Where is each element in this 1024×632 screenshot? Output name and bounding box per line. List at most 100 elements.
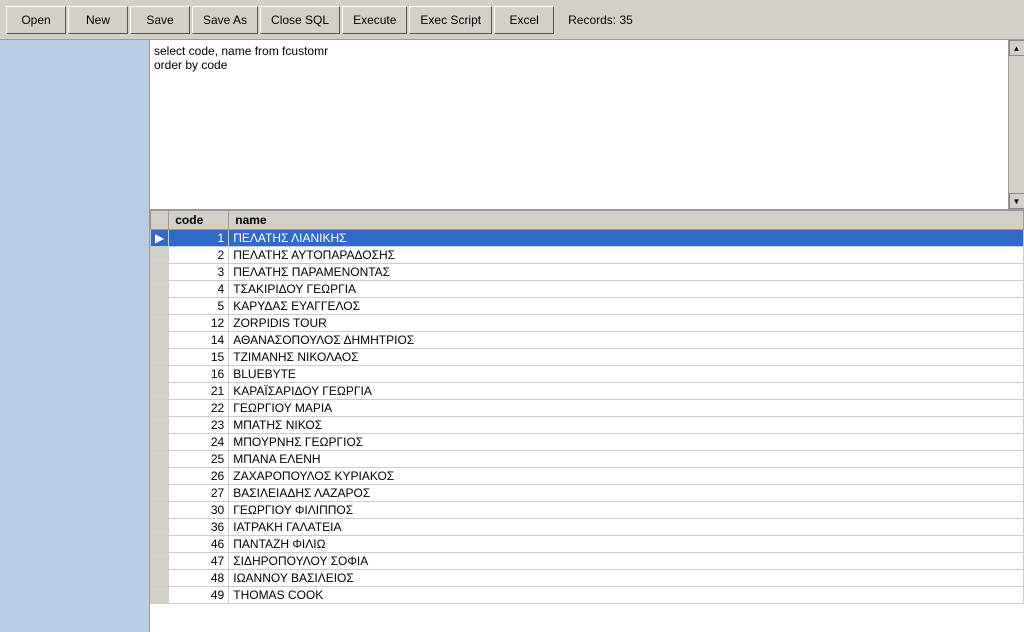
cell-name: BLUEBYTE xyxy=(229,366,1024,383)
cell-name: ΙΩΑΝΝΟΥ ΒΑΣΙΛΕΙΟΣ xyxy=(229,570,1024,587)
cell-code: 27 xyxy=(169,485,229,502)
row-indicator xyxy=(151,281,169,298)
row-indicator xyxy=(151,383,169,400)
cell-name: ΓΕΩΡΓΙΟΥ ΜΑΡΙΑ xyxy=(229,400,1024,417)
left-panel xyxy=(0,40,150,632)
sql-scrollbar-vertical: ▲ ▼ xyxy=(1008,40,1024,209)
table-row[interactable]: 16BLUEBYTE xyxy=(151,366,1024,383)
table-row[interactable]: 22ΓΕΩΡΓΙΟΥ ΜΑΡΙΑ xyxy=(151,400,1024,417)
table-row[interactable]: 2ΠΕΛΑΤΗΣ ΑΥΤΟΠΑΡΑΔΟΣΗΣ xyxy=(151,247,1024,264)
new-button[interactable]: New xyxy=(68,6,128,34)
row-indicator xyxy=(151,349,169,366)
row-indicator xyxy=(151,247,169,264)
cell-code: 25 xyxy=(169,451,229,468)
table-row[interactable]: 46ΠΑΝΤΑΖΗ ΦΙΛΙΩ xyxy=(151,536,1024,553)
cell-code: 15 xyxy=(169,349,229,366)
table-row[interactable]: 23ΜΠΑΤΗΣ ΝΙΚΟΣ xyxy=(151,417,1024,434)
excel-button[interactable]: Excel xyxy=(494,6,554,34)
records-count: Records: 35 xyxy=(568,13,633,27)
table-row[interactable]: 48ΙΩΑΝΝΟΥ ΒΑΣΙΛΕΙΟΣ xyxy=(151,570,1024,587)
sql-editor-area: ▲ ▼ xyxy=(150,40,1024,210)
row-indicator xyxy=(151,587,169,604)
cell-code: 16 xyxy=(169,366,229,383)
table-row[interactable]: 30ΓΕΩΡΓΙΟΥ ΦΙΛΙΠΠΟΣ xyxy=(151,502,1024,519)
table-row[interactable]: 25ΜΠΑΝΑ ΕΛΕΝΗ xyxy=(151,451,1024,468)
cell-name: ΜΠΟΥΡΝΗΣ ΓΕΩΡΓΙΟΣ xyxy=(229,434,1024,451)
table-row[interactable]: 24ΜΠΟΥΡΝΗΣ ΓΕΩΡΓΙΟΣ xyxy=(151,434,1024,451)
table-row[interactable]: 15ΤΖΙΜΑΝΗΣ ΝΙΚΟΛΑΟΣ xyxy=(151,349,1024,366)
row-indicator xyxy=(151,264,169,281)
cell-code: 46 xyxy=(169,536,229,553)
column-header-name: name xyxy=(229,211,1024,230)
cell-name: ΠΕΛΑΤΗΣ ΛΙΑΝΙΚΗΣ xyxy=(229,230,1024,247)
cell-code: 4 xyxy=(169,281,229,298)
table-row[interactable]: 36ΙΑΤΡΑΚΗ ΓΑΛΑΤΕΙΑ xyxy=(151,519,1024,536)
cell-code: 47 xyxy=(169,553,229,570)
row-indicator xyxy=(151,519,169,536)
cell-name: ΑΘΑΝΑΣΟΠΟΥΛΟΣ ΔΗΜΗΤΡΙΟΣ xyxy=(229,332,1024,349)
sql-editor[interactable] xyxy=(150,40,1024,209)
close-sql-button[interactable]: Close SQL xyxy=(260,6,340,34)
table-row[interactable]: 27ΒΑΣΙΛΕΙΑΔΗΣ ΛΑΖΑΡΟΣ xyxy=(151,485,1024,502)
save-as-button[interactable]: Save As xyxy=(192,6,258,34)
cell-name: ΤΣΑΚΙΡΙΔΟΥ ΓΕΩΡΓΙΑ xyxy=(229,281,1024,298)
cell-code: 36 xyxy=(169,519,229,536)
row-indicator xyxy=(151,536,169,553)
table-row[interactable]: 14ΑΘΑΝΑΣΟΠΟΥΛΟΣ ΔΗΜΗΤΡΙΟΣ xyxy=(151,332,1024,349)
cell-code: 3 xyxy=(169,264,229,281)
scroll-track xyxy=(1009,56,1024,193)
cell-name: ΒΑΣΙΛΕΙΑΔΗΣ ΛΑΖΑΡΟΣ xyxy=(229,485,1024,502)
table-row[interactable]: 4ΤΣΑΚΙΡΙΔΟΥ ΓΕΩΡΓΙΑ xyxy=(151,281,1024,298)
row-indicator xyxy=(151,553,169,570)
table-row[interactable]: 26ΖΑΧΑΡΟΠΟΥΛΟΣ ΚΥΡΙΑΚΟΣ xyxy=(151,468,1024,485)
exec-script-button[interactable]: Exec Script xyxy=(409,6,492,34)
scroll-up-arrow[interactable]: ▲ xyxy=(1009,40,1024,56)
cell-name: ΚΑΡΥΔΑΣ ΕΥΑΓΓΕΛΟΣ xyxy=(229,298,1024,315)
row-indicator xyxy=(151,485,169,502)
column-header-code: code xyxy=(169,211,229,230)
row-indicator xyxy=(151,298,169,315)
open-button[interactable]: Open xyxy=(6,6,66,34)
cell-name: ΚΑΡΑΪΣΑΡΙΔΟΥ ΓΕΩΡΓΙΑ xyxy=(229,383,1024,400)
table-row[interactable]: 12ZORPIDIS TOUR xyxy=(151,315,1024,332)
table-row[interactable]: 49THOMAS COOK xyxy=(151,587,1024,604)
row-indicator xyxy=(151,366,169,383)
table-row[interactable]: ▶1ΠΕΛΑΤΗΣ ΛΙΑΝΙΚΗΣ xyxy=(151,230,1024,247)
cell-name: ΜΠΑΝΑ ΕΛΕΝΗ xyxy=(229,451,1024,468)
scroll-down-arrow[interactable]: ▼ xyxy=(1009,193,1024,209)
execute-button[interactable]: Execute xyxy=(342,6,407,34)
table-row[interactable]: 47ΣΙΔΗΡΟΠΟΥΛΟΥ ΣΟΦΙΑ xyxy=(151,553,1024,570)
table-row[interactable]: 21ΚΑΡΑΪΣΑΡΙΔΟΥ ΓΕΩΡΓΙΑ xyxy=(151,383,1024,400)
cell-name: ZORPIDIS TOUR xyxy=(229,315,1024,332)
row-indicator xyxy=(151,417,169,434)
table-row[interactable]: 3ΠΕΛΑΤΗΣ ΠΑΡΑΜΕΝΟΝΤΑΣ xyxy=(151,264,1024,281)
column-header-indicator xyxy=(151,211,169,230)
cell-name: ΠΑΝΤΑΖΗ ΦΙΛΙΩ xyxy=(229,536,1024,553)
cell-name: ΜΠΑΤΗΣ ΝΙΚΟΣ xyxy=(229,417,1024,434)
row-indicator xyxy=(151,451,169,468)
cell-name: THOMAS COOK xyxy=(229,587,1024,604)
cell-name: ΠΕΛΑΤΗΣ ΑΥΤΟΠΑΡΑΔΟΣΗΣ xyxy=(229,247,1024,264)
cell-code: 12 xyxy=(169,315,229,332)
cell-code: 49 xyxy=(169,587,229,604)
table-row[interactable]: 5ΚΑΡΥΔΑΣ ΕΥΑΓΓΕΛΟΣ xyxy=(151,298,1024,315)
row-indicator xyxy=(151,332,169,349)
toolbar: Open New Save Save As Close SQL Execute … xyxy=(0,0,1024,40)
cell-name: ΠΕΛΑΤΗΣ ΠΑΡΑΜΕΝΟΝΤΑΣ xyxy=(229,264,1024,281)
save-button[interactable]: Save xyxy=(130,6,190,34)
row-indicator xyxy=(151,400,169,417)
grid-scroll-wrapper[interactable]: code name ▶1ΠΕΛΑΤΗΣ ΛΙΑΝΙΚΗΣ2ΠΕΛΑΤΗΣ ΑΥΤ… xyxy=(150,210,1024,632)
row-indicator xyxy=(151,502,169,519)
row-indicator xyxy=(151,315,169,332)
cell-name: ΣΙΔΗΡΟΠΟΥΛΟΥ ΣΟΦΙΑ xyxy=(229,553,1024,570)
cell-code: 14 xyxy=(169,332,229,349)
cell-name: ΤΖΙΜΑΝΗΣ ΝΙΚΟΛΑΟΣ xyxy=(229,349,1024,366)
right-panel: ▲ ▼ code name ▶1ΠΕΛΑΤΗΣ ΛΙΑΝΙΚΗΣ2ΠΕΛΑΤ xyxy=(150,40,1024,632)
row-indicator xyxy=(151,468,169,485)
cell-code: 23 xyxy=(169,417,229,434)
grid-body: ▶1ΠΕΛΑΤΗΣ ΛΙΑΝΙΚΗΣ2ΠΕΛΑΤΗΣ ΑΥΤΟΠΑΡΑΔΟΣΗΣ… xyxy=(151,230,1024,604)
cell-name: ΓΕΩΡΓΙΟΥ ΦΙΛΙΠΠΟΣ xyxy=(229,502,1024,519)
cell-code: 30 xyxy=(169,502,229,519)
cell-code: 26 xyxy=(169,468,229,485)
cell-code: 24 xyxy=(169,434,229,451)
